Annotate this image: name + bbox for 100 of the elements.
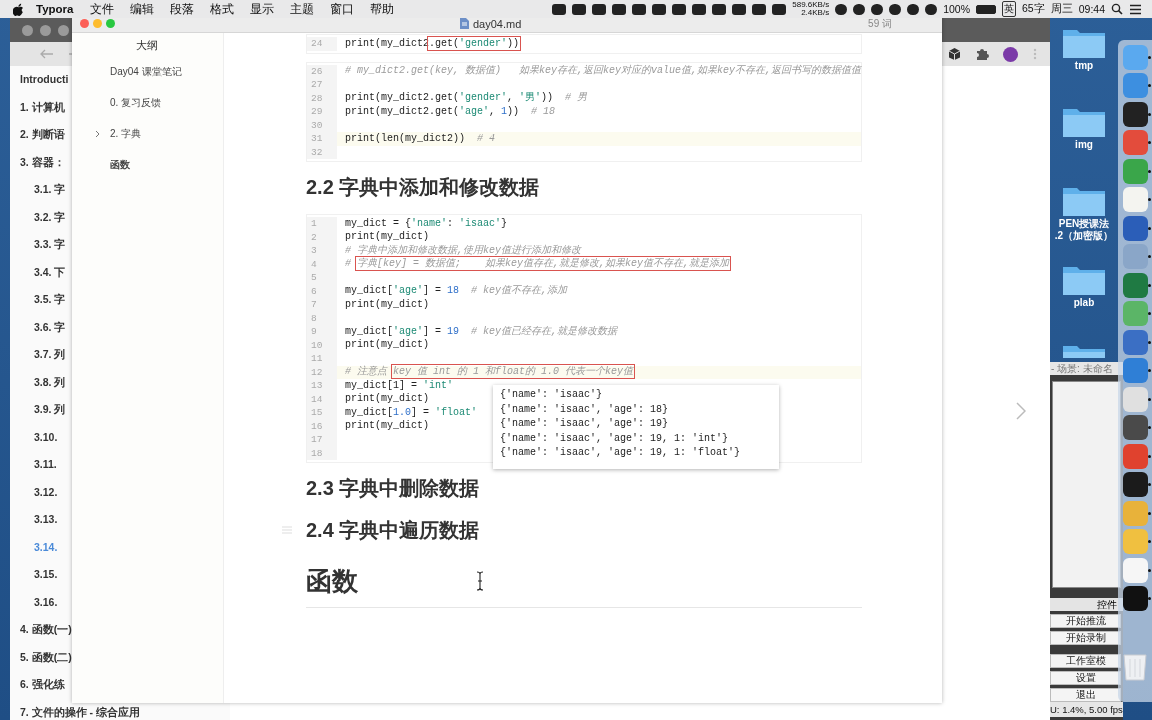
word-count: 65字 bbox=[1022, 2, 1045, 16]
menu-icon[interactable] bbox=[1129, 3, 1142, 15]
code-text: my_dict[1.0] = 'float' bbox=[344, 406, 477, 419]
line-number: 7 bbox=[306, 298, 337, 312]
folder-label: tmp bbox=[1074, 60, 1094, 72]
section-heading: 2.2 字典中添加和修改数据 bbox=[305, 174, 540, 200]
cube-icon[interactable] bbox=[948, 47, 961, 61]
apple-icon[interactable] bbox=[13, 2, 24, 16]
menu-item[interactable]: 窗口 bbox=[329, 1, 354, 17]
obs-button[interactable]: 工作室模 bbox=[1050, 654, 1121, 668]
status-icon[interactable] bbox=[692, 3, 707, 15]
toc-item[interactable]: 3.12. bbox=[34, 485, 58, 499]
text-cursor-icon bbox=[475, 571, 484, 591]
status-icon[interactable] bbox=[652, 3, 667, 15]
input-method[interactable]: 英 bbox=[1002, 1, 1017, 17]
app-icon[interactable] bbox=[1122, 472, 1148, 498]
toc-item[interactable]: 3.15. bbox=[34, 568, 58, 582]
menu-item[interactable]: 显示 bbox=[249, 1, 274, 17]
outline-item[interactable]: 0. 复习反馈 bbox=[110, 96, 162, 110]
outline-item[interactable]: Day04 课堂笔记 bbox=[110, 65, 182, 79]
search-icon[interactable] bbox=[1111, 3, 1123, 15]
toc-item[interactable]: 3. 容器： bbox=[20, 155, 65, 169]
zoom-button[interactable] bbox=[58, 24, 69, 36]
obs-button[interactable]: 退出 bbox=[1050, 688, 1121, 702]
code-text: # 字典[key] = 数据值; 如果key值存在,就是修改,如果key值不存在,就是添加 bbox=[344, 258, 729, 271]
code-text: my_dict['age'] = 18 # key值不存在,添加 bbox=[344, 285, 568, 298]
toc-item[interactable]: 3.8. 列 bbox=[34, 375, 66, 389]
toc-item[interactable]: 7. 文件的操作 - 综合应用 bbox=[20, 705, 140, 719]
toc-item[interactable]: 3.4. 下 bbox=[34, 265, 66, 279]
output-line: {'name': 'isaac'} bbox=[499, 388, 603, 402]
toc-item[interactable]: 3.9. 列 bbox=[34, 403, 66, 417]
puzzle-icon[interactable] bbox=[975, 47, 989, 61]
status-icon[interactable] bbox=[632, 3, 647, 15]
output-line: {'name': 'isaac', 'age': 19} bbox=[499, 417, 669, 431]
status-icon[interactable] bbox=[907, 3, 920, 15]
chevron-right-icon[interactable] bbox=[95, 130, 100, 138]
toc-item[interactable]: 5. 函数(二) bbox=[20, 650, 72, 664]
output-line: {'name': 'isaac', 'age': 19, 1: 'float'} bbox=[499, 446, 741, 460]
status-text: U: 1.4%, 5.00 fps bbox=[1048, 702, 1123, 717]
toc-item[interactable]: 2. 判断语 bbox=[20, 128, 65, 142]
menu-item[interactable]: 段落 bbox=[169, 1, 194, 17]
status-icon[interactable] bbox=[889, 3, 902, 15]
status-icon[interactable] bbox=[853, 3, 866, 15]
toc-item[interactable]: 3.2. 字 bbox=[34, 210, 66, 224]
status-icon[interactable] bbox=[712, 3, 727, 15]
toc-item[interactable]: 3.3. 字 bbox=[34, 238, 66, 252]
code-text: print(my_dict2.get('gender', '男')) # 男 bbox=[344, 92, 588, 105]
app-icon[interactable] bbox=[1122, 586, 1148, 612]
app-icon[interactable] bbox=[1122, 415, 1148, 441]
code-text: # 字典中添加和修改数据,使用key值进行添加和修改 bbox=[344, 244, 581, 257]
clock[interactable]: 09:44 bbox=[1078, 3, 1105, 15]
toc-item[interactable]: 3.10. bbox=[34, 430, 58, 444]
outline-item[interactable]: 函数 bbox=[110, 158, 130, 172]
line-number: 9 bbox=[306, 325, 337, 339]
minimize-button[interactable] bbox=[40, 24, 51, 36]
close-button[interactable] bbox=[80, 19, 89, 28]
document-icon bbox=[460, 18, 469, 29]
obs-button[interactable]: 开始录制 bbox=[1050, 631, 1121, 645]
line-number: 5 bbox=[306, 271, 337, 285]
menu-item[interactable]: 格式 bbox=[209, 1, 234, 17]
close-button[interactable] bbox=[22, 24, 33, 36]
battery-icon[interactable] bbox=[976, 4, 997, 14]
toc-item[interactable]: 3.6. 字 bbox=[34, 320, 66, 334]
status-icon[interactable] bbox=[592, 3, 607, 15]
toc-item[interactable]: 3.5. 字 bbox=[34, 293, 66, 307]
status-icon[interactable] bbox=[752, 3, 767, 15]
toc-item[interactable]: 6. 强化练 bbox=[20, 678, 65, 692]
outline-item[interactable]: 2. 字典 bbox=[110, 127, 142, 141]
toc-item[interactable]: 1. 计算机 bbox=[20, 100, 65, 114]
status-icon[interactable] bbox=[732, 3, 747, 15]
menu-item[interactable]: 帮助 bbox=[369, 1, 394, 17]
toc-item[interactable]: 3.1. 字 bbox=[34, 183, 66, 197]
folder-label: .2（加密版） bbox=[1054, 230, 1114, 242]
obs-button[interactable]: 开始推流 bbox=[1050, 614, 1121, 628]
status-icon[interactable] bbox=[552, 3, 567, 15]
status-icon[interactable] bbox=[871, 3, 884, 15]
weekday: 周三 bbox=[1050, 2, 1073, 16]
output-line: {'name': 'isaac', 'age': 19, 1: 'int'} bbox=[499, 431, 729, 446]
toc-item[interactable]: 3.11. bbox=[34, 458, 57, 472]
toc-item[interactable]: Introducti bbox=[20, 73, 69, 87]
toc-item[interactable]: 3.13. bbox=[34, 513, 58, 527]
toc-item[interactable]: 3.7. 列 bbox=[34, 348, 66, 362]
status-icon[interactable] bbox=[572, 3, 587, 15]
line-number: 27 bbox=[306, 78, 337, 92]
menu-item[interactable]: 主题 bbox=[289, 1, 314, 17]
status-icon[interactable] bbox=[835, 3, 848, 15]
avatar-icon[interactable] bbox=[1003, 46, 1018, 62]
status-icon[interactable] bbox=[612, 3, 627, 15]
status-icon[interactable] bbox=[772, 3, 787, 15]
app-icon[interactable] bbox=[1122, 101, 1148, 127]
menu-item[interactable]: 编辑 bbox=[129, 1, 154, 17]
toc-item[interactable]: 4. 函数(一) bbox=[20, 623, 72, 637]
status-icon[interactable] bbox=[925, 3, 938, 15]
obs-button[interactable]: 设置 bbox=[1050, 671, 1121, 685]
app-menu[interactable]: Typora bbox=[36, 3, 74, 15]
menu-item[interactable]: 文件 bbox=[89, 1, 114, 17]
section-heading: 2.3 字典中删除数据 bbox=[305, 475, 480, 501]
status-icon[interactable] bbox=[672, 3, 687, 15]
code-text: print(my_dict) bbox=[344, 231, 429, 244]
toc-item[interactable]: 3.16. bbox=[34, 595, 58, 609]
